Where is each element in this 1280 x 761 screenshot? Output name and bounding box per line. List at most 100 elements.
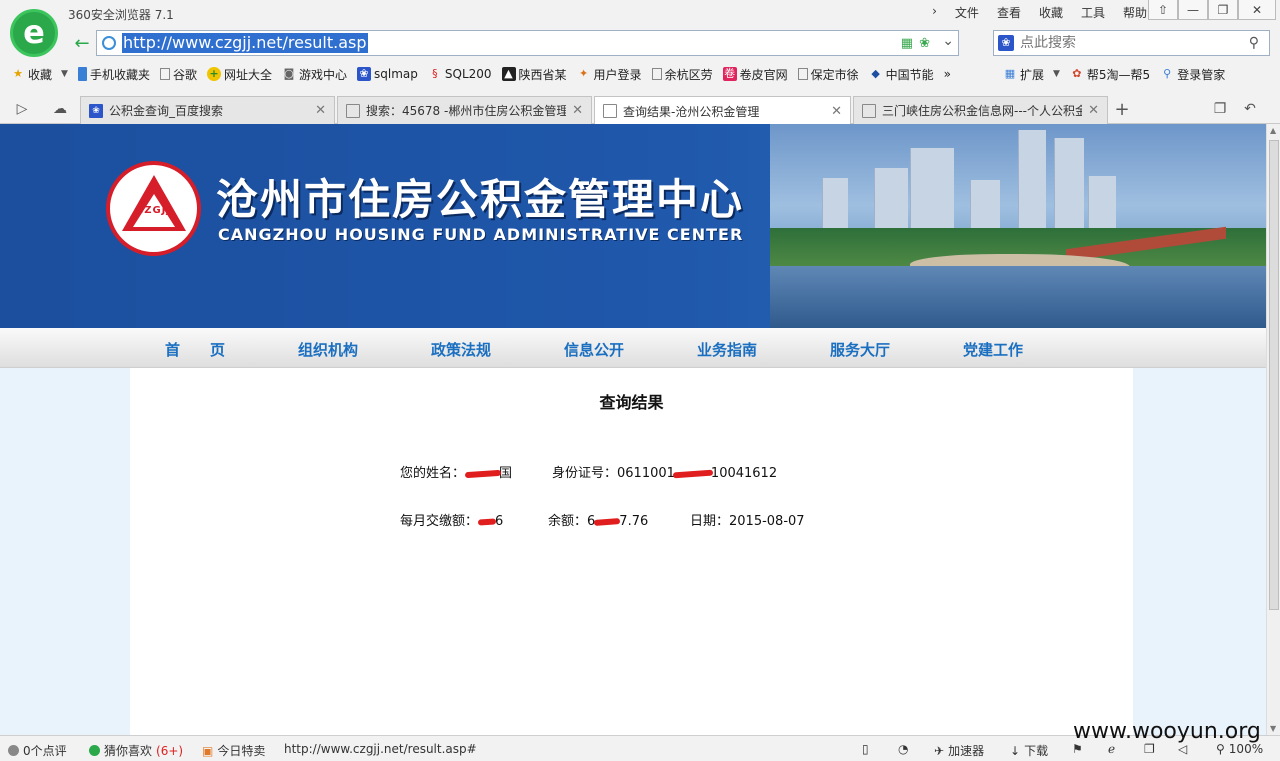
menu-expand-icon[interactable]: › bbox=[932, 4, 937, 21]
speed-gauge-icon[interactable]: ◔ bbox=[898, 742, 908, 756]
chevron-down-icon[interactable]: ▼ bbox=[61, 69, 68, 79]
nav-policy[interactable]: 政策法规 bbox=[431, 339, 491, 360]
browser-chrome: e 360安全浏览器 7.1 › 文件 查看 收藏 工具 帮助 ⇧ — ❐ ✕ … bbox=[0, 0, 1280, 125]
bookmarks-more-button[interactable]: » bbox=[944, 67, 951, 81]
monthly-value: 6 bbox=[495, 514, 504, 529]
zoom-item[interactable]: ⚲ 100% bbox=[1216, 742, 1263, 756]
bookmark-item[interactable]: ◆ 中国节能 bbox=[869, 66, 933, 83]
scroll-down-icon[interactable]: ▼ bbox=[1270, 724, 1276, 733]
nav-party-work[interactable]: 党建工作 bbox=[963, 339, 1023, 360]
tab-baidu-search[interactable]: ❀ 公积金查询_百度搜索 ✕ bbox=[80, 96, 335, 124]
extension-login-manager[interactable]: ⚲ 登录管家 bbox=[1160, 66, 1225, 83]
restore-window-icon[interactable]: ❐ bbox=[1208, 98, 1232, 120]
mobile-icon[interactable]: ▯ bbox=[862, 742, 869, 756]
page-icon bbox=[862, 103, 876, 118]
address-url[interactable]: http://www.czgjj.net/result.asp bbox=[122, 33, 368, 53]
tab-cangzhou-result[interactable]: 查询结果-沧州公积金管理 ✕ bbox=[594, 96, 851, 125]
guess-you-like-item[interactable]: 猜你喜欢 (6+) bbox=[89, 742, 183, 759]
gamepad-icon: ◙ bbox=[283, 67, 295, 80]
site-title-cn: 沧州市住房公积金管理中心 bbox=[216, 175, 745, 224]
page-icon bbox=[651, 68, 662, 80]
user-icon: ✦ bbox=[578, 67, 589, 80]
minimize-button[interactable]: — bbox=[1178, 0, 1208, 20]
close-tab-icon[interactable]: ✕ bbox=[315, 103, 326, 118]
close-tab-icon[interactable]: ✕ bbox=[831, 104, 842, 119]
address-bar[interactable]: http://www.czgjj.net/result.asp ▦ ❀ ⌄ bbox=[96, 30, 959, 56]
navigation-row: ← ↻ ⌂ http://www.czgjj.net/result.asp ▦ … bbox=[66, 30, 1270, 56]
tab-sanmenxia[interactable]: 三门峡住房公积金信息网---个人公积金 ✕ bbox=[853, 96, 1108, 124]
bookmark-item[interactable]: + 网址大全 bbox=[206, 66, 272, 83]
browser-logo-icon[interactable]: e bbox=[10, 9, 58, 57]
site-banner: CZGJJ 沧州市住房公积金管理中心 CANGZHOU HOUSING FUND… bbox=[0, 124, 1266, 328]
window-controls: ⇧ — ❐ ✕ bbox=[1148, 0, 1276, 20]
balance-value-suffix: 7.76 bbox=[619, 514, 649, 529]
sidebar-toggle-icon[interactable]: ▷ bbox=[10, 98, 34, 120]
magnifier-icon: ⚲ bbox=[1216, 742, 1225, 756]
bookmark-item[interactable]: ✦ 用户登录 bbox=[577, 66, 642, 83]
web-page: CZGJJ 沧州市住房公积金管理中心 CANGZHOU HOUSING FUND… bbox=[0, 124, 1266, 735]
address-tools: ▦ ❀ bbox=[901, 36, 930, 51]
daily-deal-item[interactable]: ▣ 今日特卖 bbox=[202, 742, 265, 759]
nav-icon: + bbox=[206, 67, 221, 81]
redaction-mark bbox=[464, 469, 502, 478]
menu-item-tools[interactable]: 工具 bbox=[1081, 4, 1105, 21]
reviews-item[interactable]: 0个点评 bbox=[8, 742, 67, 759]
menu-item-file[interactable]: 文件 bbox=[955, 4, 979, 21]
bookmark-item[interactable]: 保定市徐 bbox=[797, 66, 859, 83]
maximize-button[interactable]: ❐ bbox=[1208, 0, 1238, 20]
sql-icon: § bbox=[432, 67, 438, 80]
scrollbar-thumb[interactable] bbox=[1269, 140, 1279, 610]
nav-service-hall[interactable]: 服务大厅 bbox=[830, 339, 890, 360]
volume-icon[interactable]: ◁ bbox=[1178, 742, 1187, 756]
bookmark-item[interactable]: 手机收藏夹 bbox=[77, 66, 150, 83]
accelerator-item[interactable]: ✈ 加速器 bbox=[934, 742, 984, 759]
back-arrow-icon[interactable]: ← bbox=[70, 32, 94, 54]
search-input[interactable] bbox=[1020, 35, 1230, 51]
menu-item-favorites[interactable]: 收藏 bbox=[1039, 4, 1063, 21]
search-box[interactable]: ❀ ⚲ bbox=[993, 30, 1270, 56]
search-icon[interactable]: ⚲ bbox=[1249, 35, 1259, 51]
bookmark-item[interactable]: § SQL200 bbox=[428, 67, 491, 81]
download-item[interactable]: ↓ 下载 bbox=[1010, 742, 1048, 759]
menu-item-view[interactable]: 查看 bbox=[997, 4, 1021, 21]
date-value: 2015-08-07 bbox=[729, 514, 805, 529]
nav-organization[interactable]: 组织机构 bbox=[298, 339, 358, 360]
address-dropdown-icon[interactable]: ⌄ bbox=[942, 33, 954, 49]
bookmark-item[interactable]: ▲ 陕西省某 bbox=[501, 66, 567, 83]
new-tab-button[interactable]: + bbox=[1110, 98, 1134, 120]
bookmark-item[interactable]: ❀ sqlmap bbox=[357, 67, 418, 81]
undo-close-icon[interactable]: ↶ bbox=[1238, 98, 1262, 120]
date-label: 日期： bbox=[690, 514, 730, 529]
tab-chenzhou-search[interactable]: 搜索：45678 -郴州市住房公积金管理 ✕ bbox=[337, 96, 592, 124]
close-tab-icon[interactable]: ✕ bbox=[1088, 103, 1099, 118]
cloud-icon[interactable]: ☁ bbox=[48, 98, 72, 120]
bookmark-item[interactable]: 卷卷皮官网 bbox=[722, 66, 788, 83]
star-icon: ★ bbox=[13, 67, 23, 80]
extensions-button[interactable]: ▦ 扩展 ▼ bbox=[1003, 66, 1060, 83]
skin-button[interactable]: ⇧ bbox=[1148, 0, 1178, 20]
flag-icon[interactable]: ⚑ bbox=[1072, 742, 1083, 756]
qr-code-icon[interactable]: ▦ bbox=[901, 36, 913, 51]
menu-bar: › 文件 查看 收藏 工具 帮助 bbox=[932, 4, 1147, 21]
paw-icon: ❀ bbox=[89, 103, 103, 118]
bookmark-item[interactable]: 余杭区劳 bbox=[651, 66, 713, 83]
menu-item-help[interactable]: 帮助 bbox=[1123, 4, 1147, 21]
baidu-paw-icon[interactable]: ❀ bbox=[998, 35, 1014, 51]
extension-bang5[interactable]: ✿ 帮5淘—帮5 bbox=[1070, 66, 1150, 83]
page-scrollbar[interactable]: ▲ ▼ bbox=[1266, 124, 1280, 735]
close-tab-icon[interactable]: ✕ bbox=[572, 103, 583, 118]
bookmark-item[interactable]: ◙ 游戏中心 bbox=[282, 66, 347, 83]
window-mode-icon[interactable]: ❐ bbox=[1144, 742, 1155, 756]
nav-info-disclosure[interactable]: 信息公开 bbox=[564, 339, 624, 360]
nav-business-guide[interactable]: 业务指南 bbox=[697, 339, 757, 360]
rocket-icon: ✈ bbox=[934, 743, 945, 758]
chevron-down-icon[interactable]: ▼ bbox=[1053, 69, 1060, 79]
close-button[interactable]: ✕ bbox=[1238, 0, 1276, 20]
scroll-up-icon[interactable]: ▲ bbox=[1270, 126, 1276, 135]
bookmark-favorites[interactable]: ★ 收藏 ▼ bbox=[11, 66, 68, 83]
compat-mode-icon[interactable]: ❀ bbox=[919, 36, 930, 51]
nav-home[interactable]: 首 页 bbox=[165, 339, 225, 360]
bookmark-item[interactable]: 谷歌 bbox=[159, 66, 197, 83]
redaction-mark bbox=[672, 469, 714, 478]
ie-icon[interactable]: ℯ bbox=[1108, 742, 1115, 756]
